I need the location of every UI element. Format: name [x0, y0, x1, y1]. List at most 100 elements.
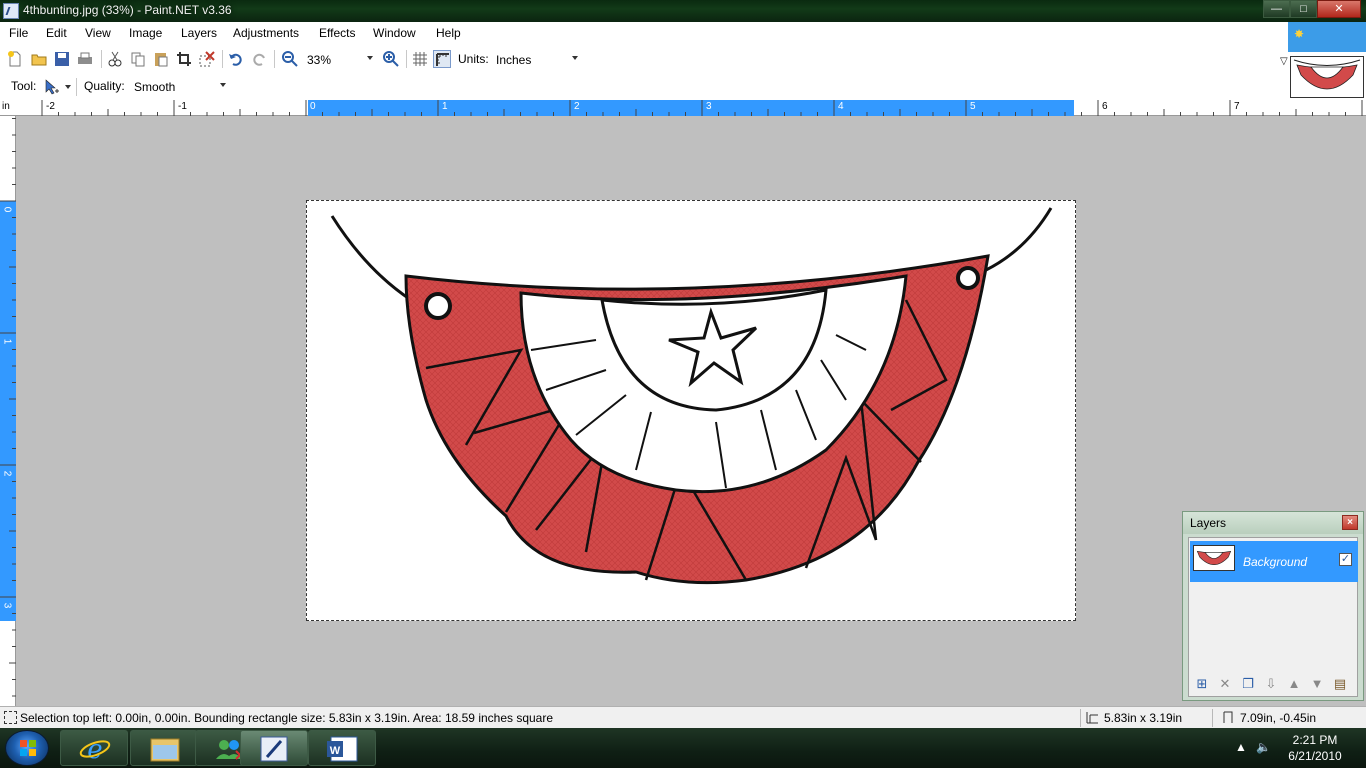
open-file-icon[interactable]	[30, 50, 48, 68]
layer-name: Background	[1243, 555, 1308, 569]
menu-help[interactable]: Help	[436, 26, 461, 40]
selection-outline[interactable]	[306, 200, 1076, 621]
duplicate-layer-icon[interactable]: ❐	[1240, 676, 1256, 692]
new-image-icon[interactable]	[6, 50, 24, 68]
tool-picker[interactable]	[44, 78, 72, 96]
menu-file[interactable]: File	[9, 26, 28, 40]
quality-select[interactable]: Smooth	[129, 76, 231, 96]
start-button[interactable]	[5, 730, 49, 766]
minimize-button[interactable]: —	[1263, 0, 1290, 18]
taskbar-word[interactable]: W	[308, 730, 376, 766]
print-icon[interactable]	[76, 50, 94, 68]
image-thumbnail[interactable]	[1290, 56, 1364, 98]
image-tab-panel: ✸ ▽	[1280, 22, 1366, 100]
menu-image[interactable]: Image	[129, 26, 162, 40]
layer-properties-icon[interactable]: ▤	[1332, 676, 1348, 692]
svg-text:W: W	[330, 745, 341, 757]
quality-label: Quality:	[84, 79, 125, 93]
layers-toolbar: ⊞ ✕ ❐ ⇩ ▲ ▼ ▤	[1188, 674, 1358, 696]
tab-list-chevron-icon[interactable]: ▽	[1280, 56, 1288, 67]
taskbar-paintnet[interactable]	[240, 730, 308, 766]
svg-text:e: e	[87, 735, 102, 765]
layers-window-header[interactable]: Layers ×	[1183, 512, 1363, 534]
ruler-label: 7	[1234, 101, 1240, 112]
windows-taskbar: e W ▲ 🔈 2:21 PM 6/21/2010	[0, 728, 1366, 768]
status-bar: Selection top left: 0.00in, 0.00in. Boun…	[0, 706, 1366, 728]
delete-layer-icon[interactable]: ✕	[1217, 676, 1233, 692]
zoom-value: 33%	[307, 53, 332, 67]
close-button[interactable]: ✕	[1317, 0, 1361, 18]
image-tab-header: ✸	[1288, 22, 1366, 52]
undo-icon[interactable]	[227, 50, 245, 68]
paintnet-app-icon[interactable]	[3, 3, 19, 19]
selection-icon	[4, 711, 17, 724]
bunting-layer-thumbnail	[1196, 550, 1232, 565]
zoom-in-icon[interactable]	[382, 50, 400, 68]
add-layer-icon[interactable]: ⊞	[1194, 676, 1210, 692]
units-select[interactable]: Inches	[491, 49, 583, 69]
windows-logo-icon	[20, 740, 36, 756]
layers-window: Layers × Background ✓ ⊞ ✕ ❐ ⇩ ▲ ▼ ▤	[1182, 511, 1364, 701]
system-clock[interactable]: 2:21 PM 6/21/2010	[1270, 732, 1360, 764]
title-bar: 4thbunting.jpg (33%) - Paint.NET v3.36 —…	[0, 0, 1366, 22]
ruler-label: -2	[46, 101, 55, 112]
cut-icon[interactable]	[106, 50, 124, 68]
zoom-out-icon[interactable]	[281, 50, 299, 68]
volume-icon[interactable]: 🔈	[1256, 740, 1271, 754]
vertical-ruler-graphic	[0, 118, 16, 697]
ruler-label: 4	[838, 101, 844, 112]
ruler-label: 1	[1, 338, 13, 345]
layer-row-background[interactable]: Background ✓	[1190, 541, 1358, 582]
units-value: Inches	[496, 53, 532, 67]
grid-icon[interactable]	[411, 50, 429, 68]
chevron-down-icon	[572, 56, 578, 60]
menu-layers[interactable]: Layers	[181, 26, 217, 40]
status-separator	[1212, 709, 1213, 727]
menu-window[interactable]: Window	[373, 26, 416, 40]
layers-close-icon[interactable]: ×	[1342, 515, 1358, 530]
move-layer-up-icon[interactable]: ▲	[1286, 676, 1302, 692]
window-title: 4thbunting.jpg (33%) - Paint.NET v3.36	[23, 3, 232, 17]
menu-edit[interactable]: Edit	[46, 26, 67, 40]
menu-adjustments[interactable]: Adjustments	[233, 26, 299, 40]
quality-value: Smooth	[134, 80, 176, 94]
show-hidden-icons-icon[interactable]: ▲	[1235, 740, 1247, 754]
deselect-icon[interactable]	[198, 50, 216, 68]
selection-size: 5.83in x 3.19in	[1104, 711, 1183, 725]
layer-visibility-checkbox[interactable]: ✓	[1339, 553, 1352, 566]
ruler-label: 2	[1, 470, 13, 477]
move-layer-down-icon[interactable]: ▼	[1309, 676, 1325, 692]
merge-layer-icon[interactable]: ⇩	[1263, 676, 1279, 692]
paste-icon[interactable]	[152, 50, 170, 68]
redo-icon[interactable]	[250, 50, 268, 68]
horizontal-ruler: in -2 -1 0 1 2 3 4 5 6 7	[0, 100, 1366, 116]
taskbar-explorer[interactable]	[130, 730, 198, 766]
maximize-button[interactable]: □	[1290, 0, 1317, 18]
cursor-position-icon	[1222, 711, 1235, 724]
ruler-label: 2	[574, 101, 580, 112]
ruler-label: 3	[706, 101, 712, 112]
layers-window-title: Layers	[1190, 516, 1227, 530]
ruler-label: 0	[310, 101, 316, 112]
layers-list: Background ✓	[1188, 537, 1358, 697]
rulers-toggle-icon[interactable]	[433, 50, 451, 68]
taskbar-internet-explorer[interactable]: e	[60, 730, 128, 766]
copy-icon[interactable]	[129, 50, 147, 68]
toolbar-separator	[101, 50, 102, 68]
toolbar-separator	[76, 78, 77, 96]
zoom-combo[interactable]: 33%	[302, 49, 378, 69]
clock-date: 6/21/2010	[1288, 749, 1342, 763]
save-icon[interactable]	[53, 50, 71, 68]
toolbar-separator	[406, 50, 407, 68]
crop-icon[interactable]	[175, 50, 193, 68]
size-icon	[1086, 711, 1099, 724]
cursor-position: 7.09in, -0.45in	[1240, 711, 1317, 725]
chevron-down-icon	[220, 83, 226, 87]
selection-info: Selection top left: 0.00in, 0.00in. Boun…	[20, 711, 554, 725]
word-icon: W	[327, 736, 358, 762]
move-selection-icon	[45, 79, 71, 95]
vertical-ruler: 0 1 2 3	[0, 116, 16, 706]
menu-effects[interactable]: Effects	[319, 26, 355, 40]
horizontal-ruler-graphic	[41, 100, 1363, 116]
menu-view[interactable]: View	[85, 26, 111, 40]
